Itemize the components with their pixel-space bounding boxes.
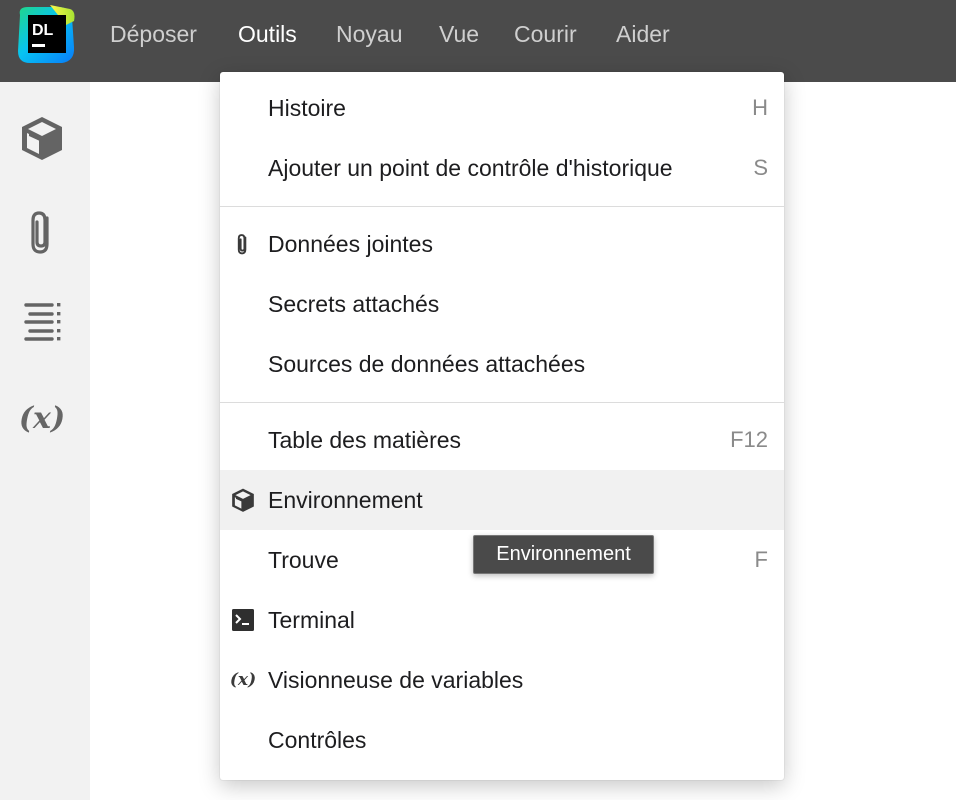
menu-item-variable-viewer[interactable]: (x) Visionneuse de variables	[220, 650, 784, 710]
menu-item-add-history-checkpoint[interactable]: Ajouter un point de contrôle d'historiqu…	[220, 138, 784, 198]
attached-data-button[interactable]	[16, 206, 68, 258]
menu-aider[interactable]: Aider	[616, 18, 670, 50]
paperclip-icon	[31, 211, 49, 254]
menu-item-shortcut: F12	[730, 427, 768, 452]
menu-item-label: Contrôles	[268, 727, 367, 753]
menu-vue[interactable]: Vue	[439, 18, 479, 50]
menu-item-environment[interactable]: Environnement	[220, 470, 784, 530]
outils-dropdown-menu: Histoire H Ajouter un point de contrôle …	[220, 72, 784, 780]
menu-bar: DL Déposer Outils Noyau Vue Courir Aider	[0, 0, 956, 82]
menu-item-label: Visionneuse de variables	[268, 667, 524, 693]
datalore-logo[interactable]: DL	[14, 3, 76, 65]
menu-item-label: Secrets attachés	[268, 291, 440, 317]
menu-item-label: Données jointes	[268, 231, 433, 257]
menu-item-controls[interactable]: Contrôles	[220, 710, 784, 770]
terminal-icon	[230, 607, 256, 633]
menu-item-attached-secrets[interactable]: Secrets attachés	[220, 274, 784, 334]
table-of-contents-icon	[24, 303, 61, 341]
menu-courir[interactable]: Courir	[514, 18, 577, 50]
menu-item-table-of-contents[interactable]: Table des matières F12	[220, 410, 784, 470]
menu-outils[interactable]: Outils	[238, 18, 297, 50]
menu-item-shortcut: S	[753, 155, 768, 180]
variables-icon: (x)	[18, 400, 66, 436]
environment-cube-icon	[230, 487, 256, 513]
menu-separator	[220, 402, 784, 403]
tooltip: Environnement	[473, 535, 654, 574]
menu-item-label: Terminal	[268, 607, 355, 633]
table-of-contents-button[interactable]	[16, 296, 68, 348]
variables-button[interactable]: (x)	[16, 392, 68, 444]
menu-item-shortcut: F	[754, 547, 768, 572]
menu-item-label: Sources de données attachées	[268, 351, 586, 377]
logo-text: DL	[32, 22, 54, 39]
side-toolbar: (x)	[0, 82, 90, 800]
environment-cube-icon	[22, 117, 62, 160]
menu-item-attached-data[interactable]: Données jointes	[220, 214, 784, 274]
menu-separator	[220, 206, 784, 207]
menu-item-label: Histoire	[268, 95, 346, 121]
menu-item-histoire[interactable]: Histoire H	[220, 78, 784, 138]
paperclip-icon	[230, 231, 256, 257]
menu-item-label: Ajouter un point de contrôle d'historiqu…	[268, 155, 673, 181]
menu-item-shortcut: H	[752, 95, 768, 120]
menu-item-label: Table des matières	[268, 427, 462, 453]
menu-item-attached-data-sources[interactable]: Sources de données attachées	[220, 334, 784, 394]
menu-deposer[interactable]: Déposer	[110, 18, 197, 50]
menu-item-label: Trouve	[268, 547, 339, 573]
menu-item-terminal[interactable]: Terminal	[220, 590, 784, 650]
menu-item-label: Environnement	[268, 487, 423, 513]
variables-icon: (x)	[229, 670, 257, 690]
environment-button[interactable]	[16, 112, 68, 164]
menu-noyau[interactable]: Noyau	[336, 18, 402, 50]
